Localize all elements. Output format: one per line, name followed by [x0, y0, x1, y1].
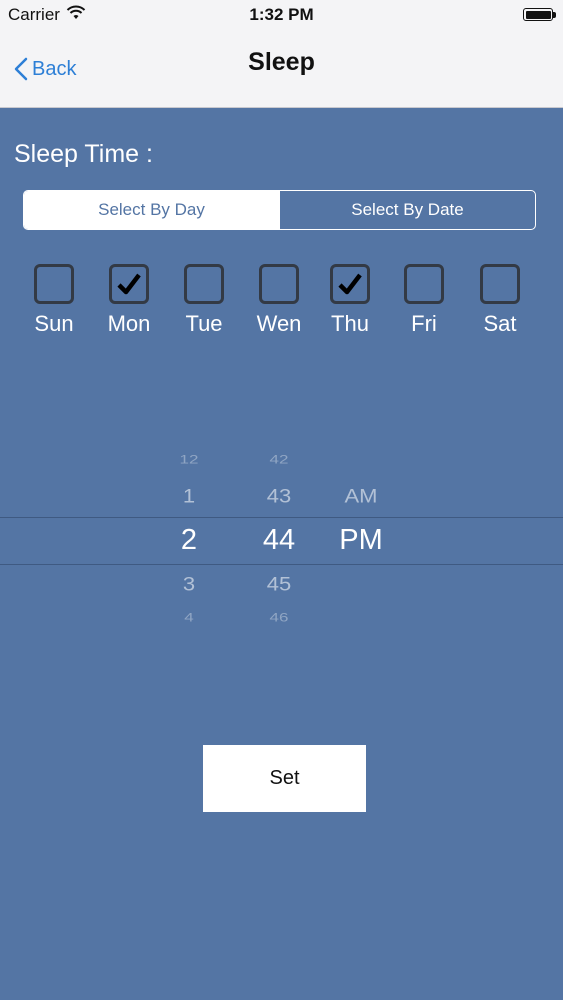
navigation-bar: Carrier 1:32 PM Back Sleep — [0, 0, 563, 108]
checkbox[interactable] — [109, 264, 149, 304]
hour-option[interactable]: 3 — [149, 572, 229, 595]
minute-selected[interactable]: 44 — [239, 524, 319, 557]
picker-selection-bottom-line — [0, 564, 563, 565]
day-checkbox-tue[interactable]: Tue — [174, 264, 234, 337]
checkmark-icon — [117, 273, 141, 295]
segment-select-by-day[interactable]: Select By Day — [24, 191, 279, 229]
status-bar: Carrier 1:32 PM — [0, 0, 563, 30]
set-button[interactable]: Set — [203, 745, 366, 812]
day-checkbox-fri[interactable]: Fri — [394, 264, 454, 337]
battery-tip — [553, 12, 556, 18]
day-checkbox-mon[interactable]: Mon — [99, 264, 159, 337]
hour-option[interactable]: 12 — [149, 453, 229, 467]
minute-option[interactable]: 45 — [239, 572, 319, 595]
hour-option[interactable]: 4 — [149, 611, 229, 625]
page-title: Sleep — [248, 48, 315, 76]
sleep-time-label: Sleep Time : — [14, 140, 153, 168]
day-label: Fri — [411, 311, 437, 336]
segment-select-by-date[interactable]: Select By Date — [279, 191, 535, 229]
day-label: Mon — [107, 311, 151, 336]
checkbox[interactable] — [259, 264, 299, 304]
period-selected[interactable]: PM — [321, 524, 401, 557]
minute-option[interactable]: 46 — [239, 611, 319, 625]
day-label: Sat — [483, 311, 517, 336]
checkbox[interactable] — [330, 264, 370, 304]
battery-icon — [523, 8, 553, 21]
minute-option[interactable]: 43 — [239, 484, 319, 507]
day-selector: Sun Mon Tue Wen Thu Fri Sat — [0, 264, 563, 344]
day-label: Thu — [331, 311, 369, 336]
status-time: 1:32 PM — [249, 5, 314, 24]
picker-selection-top-line — [0, 517, 563, 518]
time-picker[interactable]: 12 1 2 3 4 42 43 44 45 46 AM PM — [0, 440, 563, 640]
checkmark-icon — [338, 273, 362, 295]
day-label: Sun — [34, 311, 74, 336]
period-option[interactable]: AM — [321, 484, 401, 507]
day-checkbox-wen[interactable]: Wen — [249, 264, 309, 337]
checkbox[interactable] — [480, 264, 520, 304]
day-label: Wen — [256, 311, 302, 336]
hour-option[interactable]: 1 — [149, 484, 229, 507]
day-label: Tue — [185, 311, 223, 336]
day-checkbox-sat[interactable]: Sat — [470, 264, 530, 337]
day-checkbox-thu[interactable]: Thu — [320, 264, 380, 337]
selection-mode-control: Select By Day Select By Date — [23, 190, 536, 230]
checkbox[interactable] — [404, 264, 444, 304]
checkbox[interactable] — [184, 264, 224, 304]
hour-selected[interactable]: 2 — [149, 524, 229, 557]
minute-option[interactable]: 42 — [239, 453, 319, 467]
checkbox[interactable] — [34, 264, 74, 304]
day-checkbox-sun[interactable]: Sun — [24, 264, 84, 337]
